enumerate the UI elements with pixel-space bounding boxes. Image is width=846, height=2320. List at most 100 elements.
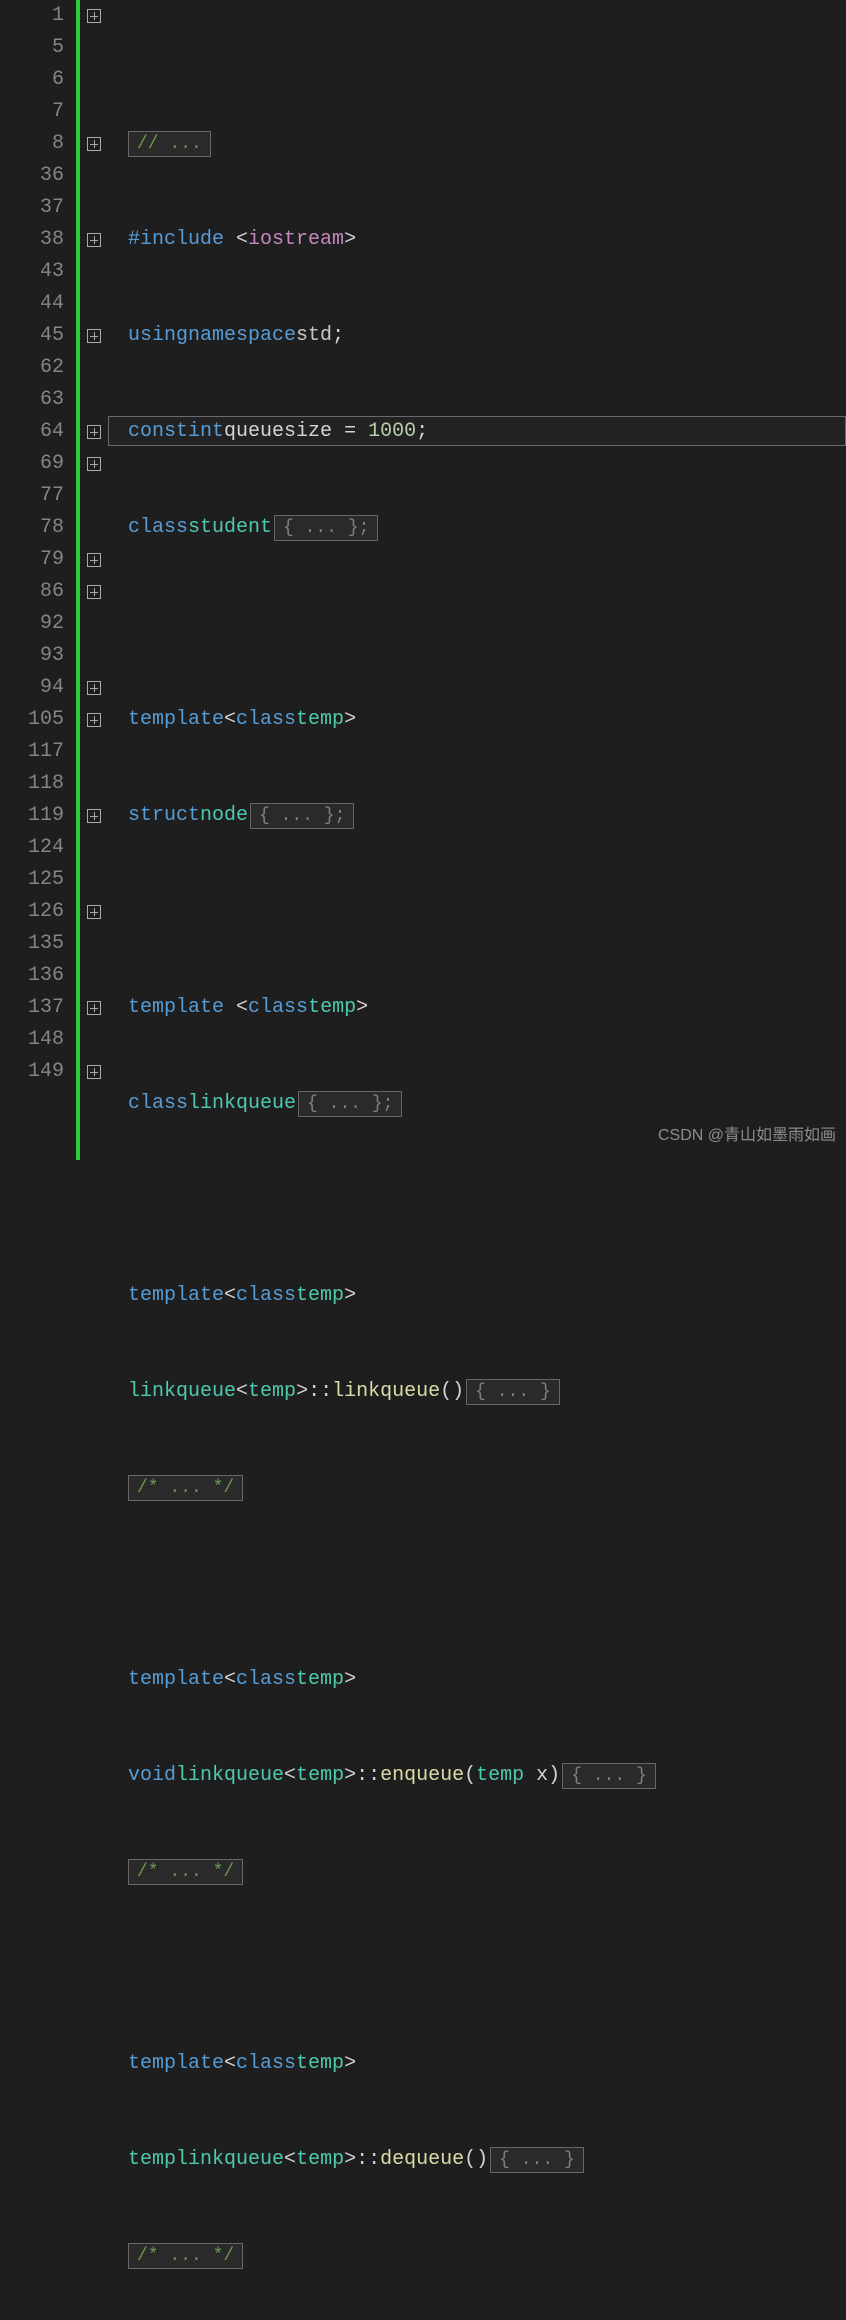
fold-gutter-row: [80, 480, 108, 512]
expand-icon[interactable]: [87, 809, 101, 823]
code-line[interactable]: #include <iostream>: [108, 224, 846, 256]
code-line[interactable]: const int queuesize = 1000;: [108, 416, 846, 448]
code-line[interactable]: /* ... */: [108, 2240, 846, 2272]
expand-icon[interactable]: [87, 713, 101, 727]
fold-gutter-row: [80, 512, 108, 544]
folded-region[interactable]: // ...: [128, 131, 211, 157]
code-line[interactable]: template<class temp>: [108, 1664, 846, 1696]
expand-icon[interactable]: [87, 681, 101, 695]
code-line[interactable]: template<class temp>: [108, 2048, 846, 2080]
fold-gutter-row: [80, 992, 108, 1024]
code-line[interactable]: struct node{ ... };: [108, 800, 846, 832]
code-line[interactable]: [108, 1568, 846, 1600]
code-line[interactable]: template <class temp>: [108, 992, 846, 1024]
fold-gutter-row: [80, 896, 108, 928]
fold-column: [80, 0, 108, 1160]
fold-gutter-row: [80, 352, 108, 384]
fold-gutter-row: [80, 0, 108, 32]
expand-icon[interactable]: [87, 9, 101, 23]
line-number: 79: [0, 544, 64, 576]
folded-region[interactable]: { ... };: [250, 803, 354, 829]
code-line[interactable]: template<class temp>: [108, 704, 846, 736]
expand-icon[interactable]: [87, 1065, 101, 1079]
fold-gutter-row: [80, 928, 108, 960]
expand-icon[interactable]: [87, 137, 101, 151]
line-number: 86: [0, 576, 64, 608]
line-number: 62: [0, 352, 64, 384]
line-number: 92: [0, 608, 64, 640]
line-number: 77: [0, 480, 64, 512]
expand-icon[interactable]: [87, 457, 101, 471]
expand-icon[interactable]: [87, 233, 101, 247]
code-line[interactable]: template<class temp>: [108, 1280, 846, 1312]
code-line[interactable]: class student{ ... };: [108, 512, 846, 544]
code-line[interactable]: temp linkqueue<temp>::dequeue(){ ... }: [108, 2144, 846, 2176]
fold-gutter-row: [80, 448, 108, 480]
line-number: 105: [0, 704, 64, 736]
folded-region[interactable]: { ... }: [490, 2147, 584, 2173]
fold-gutter-row: [80, 224, 108, 256]
code-line[interactable]: /* ... */: [108, 1472, 846, 1504]
line-number: 38: [0, 224, 64, 256]
expand-icon[interactable]: [87, 425, 101, 439]
code-line[interactable]: linkqueue<temp>::linkqueue(){ ... }: [108, 1376, 846, 1408]
fold-gutter-row: [80, 384, 108, 416]
code-line[interactable]: void linkqueue<temp>::enqueue(temp x){ .…: [108, 1760, 846, 1792]
fold-gutter-row: [80, 736, 108, 768]
line-number: 126: [0, 896, 64, 928]
code-editor: 1567836373843444562636469777879869293941…: [0, 0, 846, 1160]
fold-gutter-row: [80, 192, 108, 224]
code-area[interactable]: // ... #include <iostream> using namespa…: [108, 0, 846, 1160]
expand-icon[interactable]: [87, 553, 101, 567]
expand-icon[interactable]: [87, 1001, 101, 1015]
fold-gutter-row: [80, 128, 108, 160]
line-number: 148: [0, 1024, 64, 1056]
line-number: 36: [0, 160, 64, 192]
line-number-gutter: 1567836373843444562636469777879869293941…: [0, 0, 80, 1160]
fold-gutter-row: [80, 64, 108, 96]
line-number: 119: [0, 800, 64, 832]
fold-gutter-row: [80, 576, 108, 608]
folded-region[interactable]: { ... };: [298, 1091, 402, 1117]
folded-region[interactable]: /* ... */: [128, 1859, 243, 1885]
fold-gutter-row: [80, 832, 108, 864]
code-line[interactable]: /* ... */: [108, 1856, 846, 1888]
line-number: 78: [0, 512, 64, 544]
code-line[interactable]: class linkqueue{ ... };: [108, 1088, 846, 1120]
folded-region[interactable]: { ... }: [562, 1763, 656, 1789]
folded-region[interactable]: /* ... */: [128, 1475, 243, 1501]
fold-gutter-row: [80, 96, 108, 128]
code-line[interactable]: [108, 1184, 846, 1216]
line-number: 45: [0, 320, 64, 352]
line-number: 8: [0, 128, 64, 160]
line-number: 6: [0, 64, 64, 96]
code-line[interactable]: using namespace std;: [108, 320, 846, 352]
line-number: 93: [0, 640, 64, 672]
line-number: 44: [0, 288, 64, 320]
line-number: 37: [0, 192, 64, 224]
folded-region[interactable]: { ... }: [466, 1379, 560, 1405]
folded-region[interactable]: { ... };: [274, 515, 378, 541]
fold-gutter-row: [80, 704, 108, 736]
line-number: 43: [0, 256, 64, 288]
line-number: 94: [0, 672, 64, 704]
code-line[interactable]: [108, 896, 846, 928]
expand-icon[interactable]: [87, 905, 101, 919]
fold-gutter-row: [80, 672, 108, 704]
line-number: 124: [0, 832, 64, 864]
fold-gutter-row: [80, 1056, 108, 1088]
line-number: 64: [0, 416, 64, 448]
line-number: 1: [0, 0, 64, 32]
line-number: 149: [0, 1056, 64, 1088]
expand-icon[interactable]: [87, 585, 101, 599]
code-line[interactable]: // ...: [108, 128, 846, 160]
code-line[interactable]: [108, 1952, 846, 1984]
fold-gutter-row: [80, 768, 108, 800]
line-number: 118: [0, 768, 64, 800]
fold-gutter-row: [80, 256, 108, 288]
expand-icon[interactable]: [87, 329, 101, 343]
code-line[interactable]: [108, 608, 846, 640]
line-number: 125: [0, 864, 64, 896]
fold-gutter-row: [80, 32, 108, 64]
folded-region[interactable]: /* ... */: [128, 2243, 243, 2269]
